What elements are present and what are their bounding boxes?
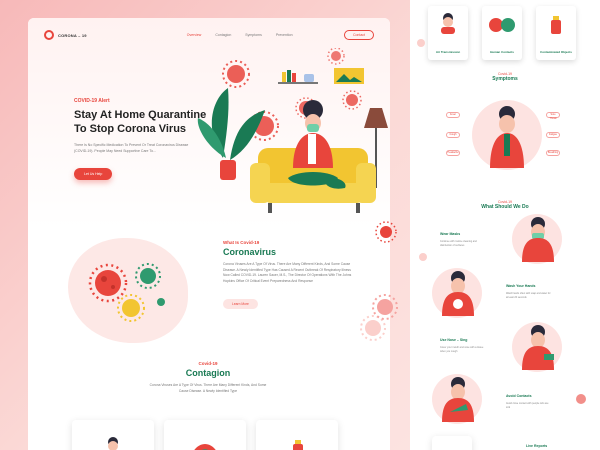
hand-washing-illustration <box>442 271 474 316</box>
coronavirus-section: What Is Covid-19 Coronavirus Corona Viru… <box>223 240 353 310</box>
virus-icon <box>342 90 362 110</box>
top-navigation: CORONA – 19 Overview Contagion Symptoms … <box>44 28 374 42</box>
live-reports-card[interactable] <box>432 436 472 450</box>
nav-link-symptoms[interactable]: Symptoms <box>245 33 262 37</box>
small-green-virus-icon <box>157 298 165 306</box>
red-virus-icon <box>88 263 128 303</box>
coronavirus-kicker: What Is Covid-19 <box>223 240 260 245</box>
contagion-kicker: Covid-19 <box>198 361 218 366</box>
virus-icon <box>222 60 250 88</box>
sneeze-person-illustration <box>522 325 554 370</box>
contagion-card-objects[interactable] <box>256 420 338 450</box>
virus-icon <box>372 294 398 320</box>
person-icon <box>108 437 118 450</box>
cup-icon <box>293 440 303 450</box>
transmission-card-objects[interactable]: Contaminated Objects <box>536 6 576 60</box>
transmission-card-label: Air Transmission <box>435 50 461 54</box>
learn-more-button[interactable]: Learn More <box>223 299 258 309</box>
symptom-pill: Fatigue <box>546 132 560 138</box>
coronavirus-title: Coronavirus <box>223 247 277 257</box>
nav-link-overview[interactable]: Overview <box>187 33 202 37</box>
hero-description: There Is No Specific Medication To Preve… <box>74 143 189 153</box>
coronavirus-description: Corona Viruses Are A Type Of Virus. Ther… <box>223 262 352 283</box>
contagion-card-air[interactable] <box>72 420 154 450</box>
virus-icon <box>419 253 427 261</box>
symptom-pill: Headache <box>446 150 460 156</box>
action-description: Continue with routine cleaning and disin… <box>440 240 477 247</box>
let-us-help-button[interactable]: Let Us Help <box>74 168 113 180</box>
prevention-heading: Covid-19 What Should We Do <box>410 200 600 210</box>
contagion-title: Contagion <box>185 368 231 378</box>
symptom-pill: Sore Throat <box>546 112 560 120</box>
virus-icon <box>327 48 345 65</box>
prevention-title: What Should We Do <box>481 204 529 210</box>
action-title: Avoid Contacts <box>506 394 532 398</box>
mask-person-illustration <box>522 217 554 262</box>
landing-page-mobile-preview: Air Transmission Human Contacts Contamin… <box>410 0 600 450</box>
contagion-description: Corona Viruses Are A Type Of Virus. Ther… <box>149 383 267 393</box>
contagion-cards <box>72 420 338 450</box>
symptom-pill: Breathing <box>546 150 560 156</box>
hands-icon <box>489 18 515 32</box>
yellow-virus-icon <box>117 294 145 322</box>
sick-person-illustration <box>490 106 524 168</box>
action-title: Use Nose – Sing <box>440 338 468 342</box>
contagion-card-human[interactable] <box>164 420 246 450</box>
action-description: Wash hands often with soap and water for… <box>506 292 551 299</box>
symptoms-heading: Covid-19 Symptoms <box>410 72 600 82</box>
virus-icon <box>576 394 586 404</box>
transmission-card-label: Contaminated Objects <box>540 50 572 54</box>
green-virus-icon <box>135 263 161 289</box>
symptoms-title: Symptoms <box>492 76 518 82</box>
nav-link-contagion[interactable]: Contagion <box>215 33 231 37</box>
action-title: Wash Your Hands <box>506 284 536 288</box>
transmission-card-human[interactable]: Human Contacts <box>482 6 522 60</box>
logo-text: CORONA – 19 <box>58 32 87 38</box>
virus-icon <box>375 221 397 243</box>
cup-icon <box>551 16 561 34</box>
virus-icon <box>417 39 425 47</box>
symptom-pill: Fever <box>446 112 460 118</box>
handshake-icon <box>194 444 216 450</box>
logo[interactable]: CORONA – 19 <box>44 30 87 40</box>
virus-logo-icon <box>44 30 54 40</box>
action-description: Cover your mouth and nose with a tissue … <box>440 346 484 353</box>
action-description: Avoid close contact with people who are … <box>506 402 549 409</box>
nav-link-prevention[interactable]: Prevention <box>276 33 293 37</box>
nav-links: Overview Contagion Symptoms Prevention <box>187 33 293 37</box>
transmission-card-air[interactable]: Air Transmission <box>428 6 468 60</box>
virus-cluster-illustration <box>88 263 165 322</box>
landing-page-main: CORONA – 19 Overview Contagion Symptoms … <box>28 18 390 450</box>
transmission-card-label: Human Contacts <box>490 50 514 54</box>
contagion-section: Covid-19 Contagion Corona Viruses Are A … <box>148 361 268 402</box>
action-title: Wear Masks <box>440 232 461 236</box>
symptom-pill: Cough <box>446 132 460 138</box>
person-icon <box>441 13 455 34</box>
live-reports-title: Live Reports <box>526 444 548 448</box>
avoid-contact-illustration <box>442 377 474 422</box>
hero-illustration <box>197 48 388 213</box>
contact-button[interactable]: Contact <box>343 30 374 40</box>
